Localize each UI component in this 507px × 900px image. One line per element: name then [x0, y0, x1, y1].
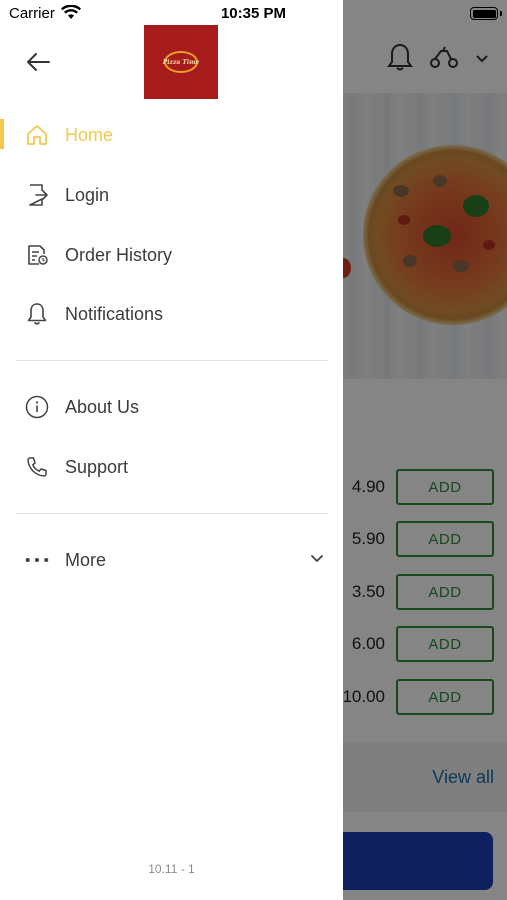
- menu-divider: [16, 360, 328, 361]
- battery-icon: [470, 7, 498, 20]
- home-icon: [25, 123, 49, 147]
- logo-text: Pizza Time: [162, 58, 200, 66]
- status-bar: Carrier 10:35 PM: [0, 0, 507, 28]
- menu-item-login[interactable]: Login: [0, 171, 343, 219]
- clock: 10:35 PM: [220, 5, 287, 22]
- order-history-icon: [25, 243, 49, 267]
- menu-label: More: [65, 549, 107, 570]
- chevron-down-icon[interactable]: [310, 551, 324, 569]
- logo-emblem: Pizza Time: [162, 51, 200, 73]
- menu-label: About Us: [65, 396, 140, 417]
- back-button[interactable]: [22, 48, 54, 80]
- menu-item-order-history[interactable]: Order History: [0, 231, 343, 279]
- bell-icon: [25, 302, 49, 326]
- menu-label: Login: [65, 184, 110, 205]
- menu-item-notifications[interactable]: Notifications: [0, 290, 343, 338]
- menu-label: Home: [65, 124, 114, 145]
- menu-label: Notifications: [65, 303, 164, 324]
- battery-tip: [500, 11, 502, 16]
- brand-logo: Pizza Time: [144, 25, 218, 99]
- menu-label: Support: [65, 456, 129, 477]
- menu-item-home[interactable]: Home: [0, 111, 343, 159]
- arrow-left-icon: [25, 51, 51, 78]
- menu-label: Order History: [65, 244, 173, 265]
- menu-divider: [16, 513, 328, 514]
- menu-item-about-us[interactable]: About Us: [0, 383, 343, 431]
- menu-item-more[interactable]: More: [0, 536, 343, 584]
- more-dots-icon: [25, 548, 49, 572]
- app-version: 10.11 - 1: [148, 862, 195, 876]
- login-icon: [25, 183, 49, 207]
- phone-icon: [25, 455, 49, 479]
- menu-item-support[interactable]: Support: [0, 443, 343, 491]
- info-icon: [25, 395, 49, 419]
- navigation-drawer: Pizza Time Home Login Order History Noti…: [0, 0, 343, 900]
